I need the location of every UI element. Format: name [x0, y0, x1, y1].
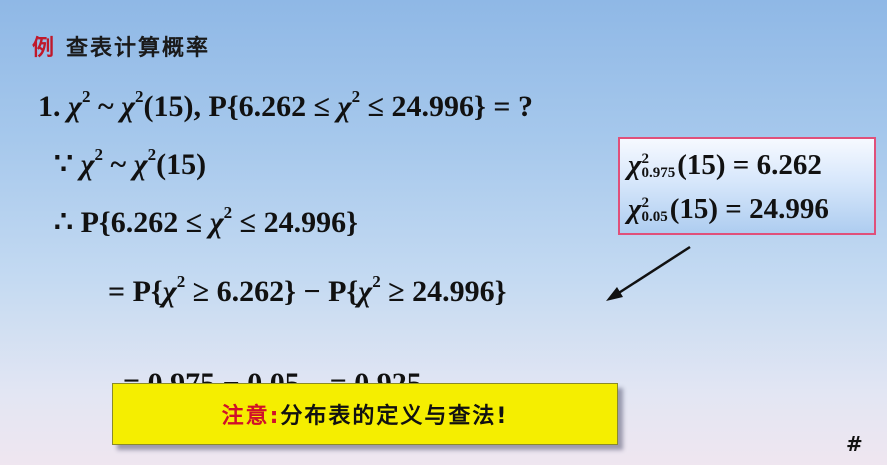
page-marker: # [846, 432, 863, 456]
note-text: 分布表的定义与查法! [280, 404, 509, 429]
arrow-shaft [613, 245, 691, 298]
note-label: 注意: [221, 404, 281, 429]
arrow-head [606, 287, 623, 301]
note-box: 注意: 分布表的定义与查法! [112, 383, 618, 445]
